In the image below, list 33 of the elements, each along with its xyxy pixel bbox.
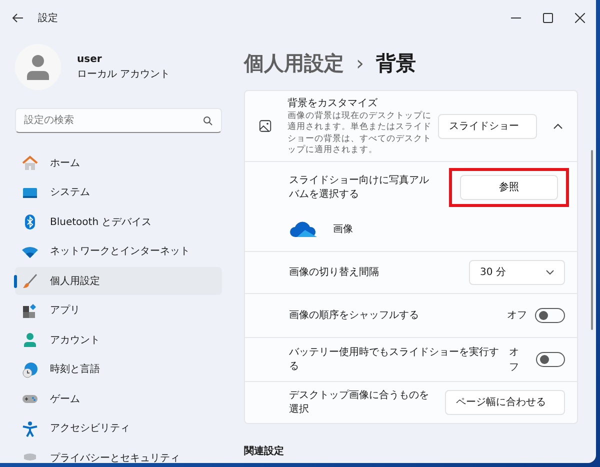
setting-description: 画像の背景は現在のデスクトップに適用されます。単色またはスライドショーの背景は、すべてのデスクトップに適用されます。	[288, 110, 433, 156]
setting-label: バッテリー使用時でもスライドショーを実行する	[289, 346, 500, 373]
window-title: 設定	[38, 12, 58, 26]
breadcrumb-parent[interactable]: 個人用設定	[244, 48, 344, 78]
account-type: ローカル アカウント	[77, 68, 170, 82]
dropdown[interactable]: ページ幅に合わせる	[444, 390, 565, 415]
user-name: user	[77, 53, 103, 67]
sidebar-item[interactable]: Bluetooth とデバイス	[15, 208, 222, 236]
sidebar-item[interactable]: プライバシーとセキュリティ	[15, 444, 222, 463]
toggle-state: オフ	[507, 309, 527, 323]
sidebar-item[interactable]: アカウント	[15, 326, 222, 354]
dropdown[interactable]: 30 分	[469, 260, 565, 285]
sidebar-item[interactable]: ゲーム	[15, 385, 222, 413]
breadcrumb-separator: ›	[356, 50, 364, 77]
setting-title: 背景をカスタマイズ	[288, 96, 379, 111]
sidebar-item[interactable]: 個人用設定	[15, 267, 222, 295]
album-name: 画像	[333, 222, 353, 236]
toggle-state: オフ	[508, 346, 520, 374]
setting-label: スライドショー向けに写真アルバムを選択する	[289, 174, 430, 201]
setting-label: デスクトップ画像に合うものを選択	[289, 389, 430, 416]
sidebar-item[interactable]: 時刻と言語	[15, 356, 222, 384]
setting-label: 画像の順序をシャッフルする	[289, 308, 420, 322]
background-dropdown[interactable]: スライドショー	[438, 114, 537, 138]
sidebar-item[interactable]: システム	[15, 178, 222, 206]
setting-label: 画像の切り替え間隔	[289, 266, 380, 280]
sidebar-item[interactable]: アクセシビリティ	[15, 414, 222, 442]
sidebar-item[interactable]: ホーム	[15, 149, 222, 177]
sidebar-item[interactable]: アプリ	[15, 296, 222, 324]
page-title: 背景	[376, 50, 416, 77]
search-field[interactable]: 設定の検索	[15, 108, 222, 133]
browse-button[interactable]: 参照	[460, 175, 558, 200]
section-heading: 関連設定	[244, 444, 285, 459]
sidebar-item[interactable]: ネットワークとインターネット	[15, 238, 222, 266]
